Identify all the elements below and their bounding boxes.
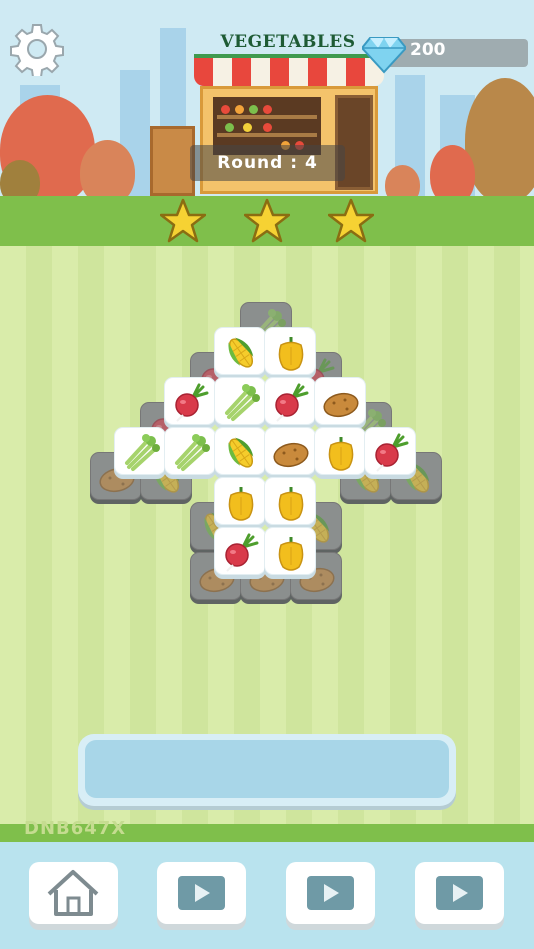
- tile-face: [314, 427, 366, 475]
- market-scene: VEGETABLES Round : 4 200: [0, 0, 534, 200]
- celery-icon: [175, 434, 210, 471]
- fruit: [263, 105, 272, 114]
- tile-corn[interactable]: [214, 427, 266, 479]
- round-label: Round : 4: [190, 145, 345, 181]
- star-icon: [159, 198, 207, 244]
- pepper-icon: [278, 337, 304, 371]
- collection-tray: [78, 734, 456, 806]
- tile-face: [214, 477, 266, 525]
- tile-pepper[interactable]: [214, 477, 266, 529]
- fruit: [225, 123, 234, 132]
- pepper-icon: [278, 487, 304, 521]
- home-button[interactable]: [29, 862, 118, 924]
- tile-pepper[interactable]: [264, 477, 316, 529]
- tray-slots: [85, 740, 449, 798]
- play-icon: [178, 876, 225, 910]
- tile-radish[interactable]: [164, 377, 216, 429]
- tree: [465, 78, 534, 200]
- tile-potato[interactable]: [314, 377, 366, 429]
- tile-face: [214, 377, 266, 425]
- star-icon: [327, 198, 375, 244]
- tile-celery[interactable]: [214, 377, 266, 429]
- stall-awning: [194, 54, 384, 86]
- tile-celery[interactable]: [114, 427, 166, 479]
- tile-radish[interactable]: [364, 427, 416, 479]
- gem-counter: 200: [362, 34, 528, 74]
- shelf: [217, 133, 317, 137]
- star-icon: [243, 198, 291, 244]
- bush: [385, 165, 420, 200]
- bottom-bar: [0, 842, 534, 949]
- tile-face: [264, 427, 316, 475]
- fruit: [249, 105, 258, 114]
- tile-face: [214, 527, 266, 575]
- tile-face: [164, 377, 216, 425]
- tile-face: [214, 427, 266, 475]
- tile-corn[interactable]: [214, 327, 266, 379]
- tile-celery[interactable]: [164, 427, 216, 479]
- video-button-3[interactable]: [415, 862, 504, 924]
- tile-face: [364, 427, 416, 475]
- play-icon: [436, 876, 483, 910]
- video-button-1[interactable]: [157, 862, 246, 924]
- tile-pepper[interactable]: [314, 427, 366, 479]
- tile-face: [264, 327, 316, 375]
- fruit: [235, 105, 244, 114]
- radish-icon: [225, 533, 259, 572]
- shelf: [217, 115, 317, 119]
- settings-gear-icon[interactable]: [10, 22, 64, 78]
- tile-pepper[interactable]: [264, 527, 316, 579]
- radish-icon: [175, 383, 209, 422]
- potato-icon: [323, 392, 359, 418]
- device-code: DNB647X: [24, 818, 127, 839]
- tile-pepper[interactable]: [264, 327, 316, 379]
- tile-face: [264, 477, 316, 525]
- shop-sign: VEGETABLES: [220, 32, 356, 52]
- pepper-icon: [328, 437, 354, 471]
- corn-icon: [228, 337, 254, 368]
- tile-face: [264, 377, 316, 425]
- video-button-2[interactable]: [286, 862, 375, 924]
- bush: [0, 160, 40, 200]
- tile-radish[interactable]: [264, 377, 316, 429]
- pepper-icon: [228, 487, 254, 521]
- tile-potato[interactable]: [264, 427, 316, 479]
- pepper-icon: [278, 537, 304, 571]
- celery-icon: [125, 434, 160, 471]
- home-icon: [47, 870, 99, 916]
- tree: [80, 140, 135, 200]
- tile-face: [164, 427, 216, 475]
- potato-icon: [273, 442, 309, 468]
- fruit: [263, 123, 272, 132]
- radish-icon: [375, 433, 409, 472]
- fruit: [243, 123, 252, 132]
- diamond-icon: [362, 37, 406, 74]
- celery-icon: [225, 384, 260, 421]
- tile-radish[interactable]: [214, 527, 266, 579]
- gem-counter-bar: [386, 39, 528, 67]
- tile-face: [214, 327, 266, 375]
- tile-face: [264, 527, 316, 575]
- tile-face: [114, 427, 166, 475]
- gem-count: 200: [410, 40, 446, 60]
- fruit: [221, 105, 230, 114]
- play-icon: [307, 876, 354, 910]
- radish-icon: [275, 383, 309, 422]
- produce-crate: [150, 126, 195, 196]
- tile-face: [314, 377, 366, 425]
- corn-icon: [228, 437, 254, 468]
- tree: [430, 145, 475, 200]
